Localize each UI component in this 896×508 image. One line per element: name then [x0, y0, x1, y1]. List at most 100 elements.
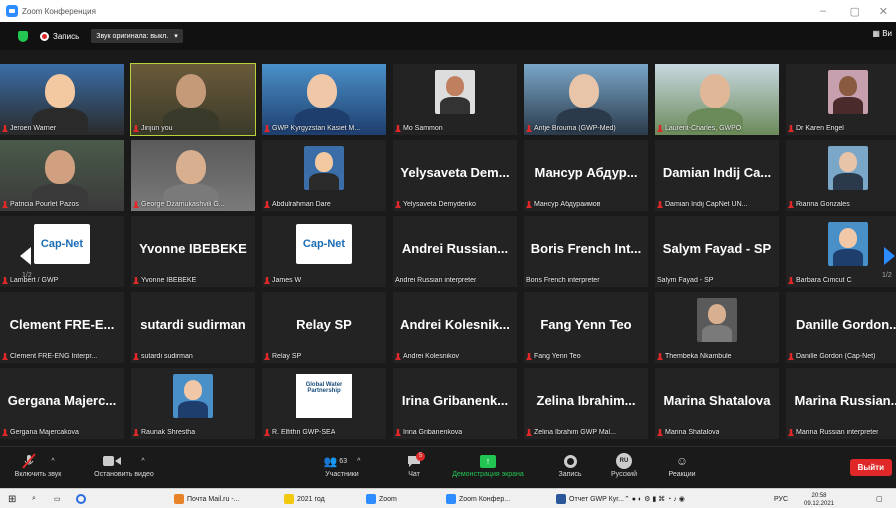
participant-tile[interactable]: Marina Russian... Marina Russian interpre…: [786, 368, 896, 439]
share-screen-button[interactable]: ↑ Демонстрация экрана: [446, 451, 530, 478]
participant-tile[interactable]: Cap-Net Lambert / GWP: [0, 216, 124, 287]
taskbar-app[interactable]: Zoom Конфер...: [442, 491, 514, 507]
participant-tile[interactable]: Andrei Russian... Andrei Russian interpre…: [393, 216, 517, 287]
participant-name-label: Danille Gordon (Cap-Net): [788, 353, 875, 360]
participant-display-name: Relay SP: [296, 317, 352, 332]
reactions-button[interactable]: ☺ Реакции: [664, 451, 700, 478]
muted-mic-icon: [788, 201, 794, 208]
participant-name-label: George Dzamukashvili G...: [133, 201, 225, 208]
participant-tile[interactable]: Gergana Majerc... Gergana Majercakova: [0, 368, 124, 439]
participant-name-label: Mo Sammon: [395, 125, 443, 132]
participant-tile[interactable]: Thembeka Nkambule: [655, 292, 779, 363]
participant-name-label: Yelysaveta Demydenko: [395, 201, 476, 208]
zoom-logo-icon: [6, 5, 18, 17]
windows-taskbar: ⊞ ⌕ ▭ Почта Mail.ru -... 2021 год Zoom Zoom…: [0, 488, 896, 508]
participant-tile[interactable]: Laurent-Charles, GWPO: [655, 64, 779, 135]
next-page-arrow-icon[interactable]: [884, 247, 895, 265]
leave-meeting-button[interactable]: Выйти: [849, 459, 892, 476]
participant-name-label: R. Elfithri GWP-SEA: [264, 429, 335, 436]
participant-tile[interactable]: George Dzamukashvili G...: [131, 140, 255, 211]
previous-page-arrow-icon[interactable]: [20, 247, 31, 265]
muted-mic-icon: [657, 429, 663, 436]
chat-button[interactable]: 5 Чат: [398, 451, 430, 478]
participants-icon: 👥: [323, 455, 338, 468]
profile-photo: [828, 70, 868, 114]
record-button[interactable]: Запись: [552, 451, 588, 478]
participant-tile[interactable]: Global Water Partnership R. Elfithri GWP-…: [262, 368, 386, 439]
participant-tile[interactable]: Fang Yenn Teo Fang Yenn Teo: [524, 292, 648, 363]
participant-tile[interactable]: Danille Gordon... Danille Gordon (Cap-Net…: [786, 292, 896, 363]
participant-tile[interactable]: Barbara Cimcut C: [786, 216, 896, 287]
muted-mic-icon: [788, 353, 794, 360]
participant-tile[interactable]: Jinjun you: [130, 63, 256, 136]
muted-mic-icon: [133, 353, 139, 360]
participant-name-label: Laurent-Charles, GWPO: [657, 125, 741, 132]
cortana-icon[interactable]: [72, 491, 90, 507]
participant-name: James W: [272, 277, 302, 284]
caret-up-icon[interactable]: ^: [51, 458, 54, 465]
window-titlebar: Zoom Конференция: [0, 0, 896, 22]
unmute-button[interactable]: ^ Включить звук: [8, 451, 68, 478]
caret-up-icon[interactable]: ^: [141, 458, 144, 465]
participant-tile[interactable]: GWP Kyrgyzstan Kasiet M...: [262, 64, 386, 135]
capnet-logo: Cap-Net: [296, 224, 352, 264]
participant-tile[interactable]: Yvonne IBEBEKE Yvonne IBEBEKE: [131, 216, 255, 287]
muted-mic-icon: [22, 453, 37, 469]
participants-button[interactable]: 👥 63 ^ Участники: [312, 451, 372, 479]
participant-tile[interactable]: Mo Sammon: [393, 64, 517, 135]
participants-label: Участники: [325, 471, 359, 478]
stop-video-button[interactable]: ^ Остановить видео: [84, 451, 164, 478]
participant-tile[interactable]: Marina Shatalova Marina Shatalova: [655, 368, 779, 439]
participant-tile[interactable]: Salym Fayad - SP Salym Fayad - SP: [655, 216, 779, 287]
original-sound-toggle[interactable]: Звук оригинала: выкл. ▾: [91, 29, 183, 43]
muted-mic-icon: [2, 353, 8, 360]
taskbar-app[interactable]: Отчет GWP Кyr...: [552, 491, 628, 507]
task-view-icon[interactable]: ▭: [50, 491, 65, 507]
view-button[interactable]: ▦ Ви: [872, 29, 892, 38]
language-label: Русский: [611, 471, 637, 478]
participant-tile[interactable]: Irina Gribanenk... Irina Gribanenkova: [393, 368, 517, 439]
windows-start-icon[interactable]: ⊞: [4, 491, 20, 507]
taskbar-app[interactable]: Zoom: [362, 491, 401, 507]
muted-mic-icon: [2, 201, 8, 208]
caret-up-icon[interactable]: ^: [357, 458, 360, 465]
participant-display-name: Marina Shatalova: [663, 393, 771, 408]
participant-tile[interactable]: sutardi sudirman sutardi sudirman: [131, 292, 255, 363]
participant-tile[interactable]: Clement FRE-E... Clement FRE-ENG Interpr.…: [0, 292, 124, 363]
muted-mic-icon: [133, 125, 139, 132]
participant-tile[interactable]: Cap-Net James W: [262, 216, 386, 287]
participant-display-name: Fang Yenn Teo: [540, 317, 632, 332]
participant-tile[interactable]: Boris French Int... Boris French interpre…: [524, 216, 648, 287]
minimize-icon[interactable]: –: [820, 0, 826, 22]
app-icon: [284, 494, 294, 504]
participant-tile[interactable]: Relay SP Relay SP: [262, 292, 386, 363]
taskbar-app[interactable]: Почта Mail.ru -...: [170, 491, 244, 507]
participant-tile[interactable]: Raunak Shrestha: [131, 368, 255, 439]
participant-display-name: Andrei Russian...: [401, 241, 509, 256]
participant-tile[interactable]: Yelysaveta Dem... Yelysaveta Demydenko: [393, 140, 517, 211]
participant-tile[interactable]: Damian Indij Ca... Damian Indij CapNet UN…: [655, 140, 779, 211]
system-tray-icons[interactable]: ⌃ ● ◐ ⚙ ▮ ⌘ ◔ ♪ ◉: [620, 491, 689, 507]
notifications-icon[interactable]: ▢: [872, 491, 887, 507]
search-icon[interactable]: ⌕: [28, 491, 40, 507]
clock[interactable]: 20:58 09.12.2021: [800, 491, 838, 507]
participant-tile[interactable]: Мансур Абдур... Мансур Абдураимов: [524, 140, 648, 211]
security-shield-icon[interactable]: [18, 30, 28, 42]
participant-tile[interactable]: Dr Karen Engel: [786, 64, 896, 135]
participant-name-label: Zelina Ibrahim GWP Mal...: [526, 429, 616, 436]
participant-tile[interactable]: Andrei Kolesnik... Andrei Kolesnikov: [393, 292, 517, 363]
input-language[interactable]: РУС: [770, 491, 792, 507]
participant-tile[interactable]: Zelina Ibrahim... Zelina Ibrahim GWP Mal.…: [524, 368, 648, 439]
participant-name: Damian Indij CapNet UN...: [665, 201, 748, 208]
participant-tile[interactable]: Jeroen Warner: [0, 64, 124, 135]
maximize-icon[interactable]: ▢: [850, 0, 860, 22]
close-icon[interactable]: ✕: [879, 0, 888, 22]
language-interpretation-button[interactable]: RU Русский: [604, 451, 644, 478]
participant-tile[interactable]: Antje Brouma (GWP-Med): [524, 64, 648, 135]
participant-tile[interactable]: Patricia Pourlet Pazos: [0, 140, 124, 211]
participant-tile[interactable]: Rianna Gonzales: [786, 140, 896, 211]
taskbar-app[interactable]: 2021 год: [280, 491, 329, 507]
participant-display-name: Irina Gribanenk...: [401, 393, 509, 408]
participant-name-label: GWP Kyrgyzstan Kasiet M...: [264, 125, 360, 132]
participant-tile[interactable]: Abdulrahman Dare: [262, 140, 386, 211]
